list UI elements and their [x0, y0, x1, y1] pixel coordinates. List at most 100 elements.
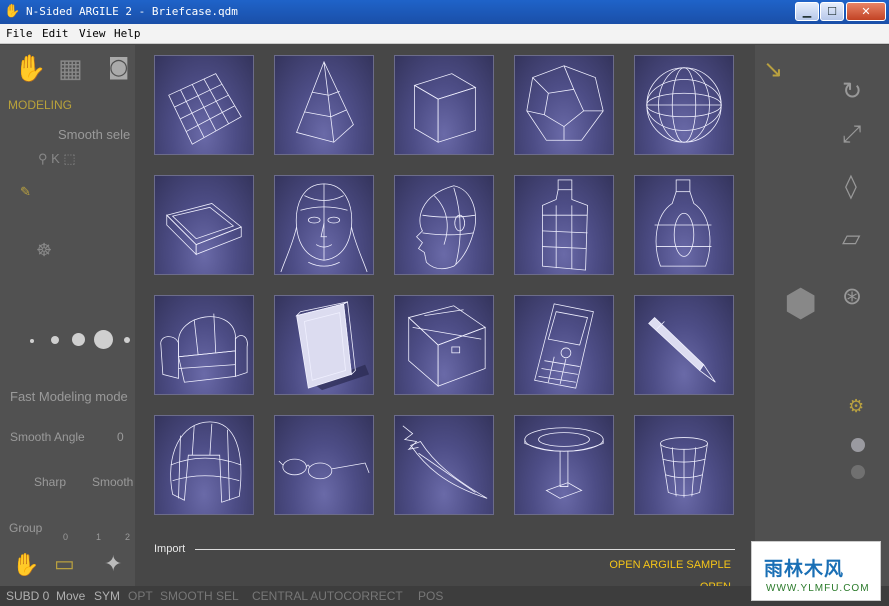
sample-briefcase[interactable] [394, 295, 494, 395]
pin-icon[interactable]: ✦ [104, 552, 122, 577]
briefcase-icon [407, 305, 487, 388]
camera-icon[interactable]: ◙ [108, 55, 129, 80]
status-central-autocorrect[interactable]: CENTRAL AUTOCORRECT [252, 589, 403, 603]
pointer-icon[interactable]: ↘ [763, 55, 783, 83]
smooth-select-label: Smooth sele [58, 127, 131, 142]
sample-cube[interactable] [394, 55, 494, 155]
brush-size-2[interactable] [51, 336, 59, 344]
fast-modeling-label: Fast Modeling mode [10, 389, 128, 404]
import-divider [195, 549, 735, 550]
right-tool-panel [755, 45, 889, 606]
book-icon [295, 301, 370, 391]
sample-pen[interactable] [634, 295, 734, 395]
plane-grid-icon [168, 73, 242, 145]
sample-jug[interactable] [634, 175, 734, 275]
sphere-icon [646, 67, 722, 143]
open-sample-link[interactable]: OPEN ARGILE SAMPLE [609, 559, 731, 571]
sample-head-profile[interactable] [394, 175, 494, 275]
status-pos[interactable]: POS [418, 589, 443, 603]
jug-icon [654, 179, 712, 267]
hair-icon [170, 421, 242, 503]
brush-preview-icon: ☸ [36, 240, 53, 260]
sample-sphere[interactable] [634, 55, 734, 155]
orbit-icon[interactable]: ⊛ [842, 282, 862, 310]
drop-icon[interactable]: ◊ [845, 172, 857, 200]
brush-size-3[interactable] [72, 333, 85, 346]
title-bar: ✋ N-Sided ARGILE 2 - Briefcase.qdm ▁ ☐ ✕ [0, 0, 889, 24]
brush-size-1[interactable] [30, 339, 34, 343]
hand-tool-icon[interactable]: ✋ [14, 54, 46, 84]
armchair-icon [160, 313, 248, 383]
brush-size-4[interactable] [94, 330, 113, 349]
sample-armchair[interactable] [154, 295, 254, 395]
sample-glass[interactable] [634, 415, 734, 515]
menu-help[interactable]: Help [114, 27, 141, 40]
watermark-logo: 雨林木风 WWW.YLMFU.COM [751, 541, 881, 601]
glasses-icon [278, 458, 370, 480]
cube-icon [413, 73, 477, 143]
rotate-icon[interactable]: ↻ [842, 77, 862, 105]
cell-phone-icon [534, 303, 594, 389]
scale-icon[interactable]: ⤢ [842, 120, 861, 148]
smooth-label: Smooth [92, 475, 134, 489]
sample-bottle[interactable] [514, 175, 614, 275]
minimize-button[interactable]: ▁ [795, 2, 819, 21]
status-smooth-sel[interactable]: SMOOTH SEL [160, 589, 239, 603]
brush-size-5[interactable] [124, 337, 130, 343]
sample-glasses[interactable] [274, 415, 374, 515]
sample-female-head[interactable] [274, 175, 374, 275]
menu-file[interactable]: File [6, 27, 33, 40]
sample-book[interactable] [274, 295, 374, 395]
menu-view[interactable]: View [79, 27, 106, 40]
smooth-angle-value: 0 [117, 430, 124, 444]
light-icon[interactable]: ⚙ [848, 396, 864, 417]
female-head-icon [280, 183, 368, 273]
brush-icon[interactable]: ✎ [20, 184, 31, 200]
app-window: ✋ N-Sided ARGILE 2 - Briefcase.qdm ▁ ☐ ✕… [0, 0, 889, 606]
folder-icon[interactable]: ▭ [54, 552, 75, 577]
window-title: N-Sided ARGILE 2 - Briefcase.qdm [26, 5, 238, 18]
sample-pyramid[interactable] [274, 55, 374, 155]
group-label: Group [9, 521, 43, 535]
sample-cell-phone[interactable] [514, 295, 614, 395]
import-label: Import [154, 543, 186, 555]
status-move[interactable]: Move [56, 589, 85, 603]
group-value-1: 1 [96, 532, 102, 542]
maximize-button[interactable]: ☐ [820, 2, 844, 21]
argile-app-icon: ✋ [4, 4, 21, 19]
dodecahedron-icon [526, 65, 604, 141]
sharp-label: Sharp [34, 475, 67, 489]
head-profile-icon [416, 185, 476, 270]
bottle-icon [542, 179, 588, 271]
watermark-text: 雨林木风 [764, 558, 845, 580]
menu-edit[interactable]: Edit [42, 27, 69, 40]
select-tools-icon[interactable]: ⚲ K ⬚ [38, 151, 76, 167]
material-sphere-2[interactable] [851, 465, 865, 479]
group-value-0: 0 [63, 532, 69, 542]
sample-dodecahedron[interactable] [514, 55, 614, 155]
paint-tool-icon[interactable]: ▦ [58, 54, 83, 84]
close-button[interactable]: ✕ [846, 2, 886, 21]
table-icon [524, 427, 604, 499]
watermark-url: WWW.YLMFU.COM [766, 583, 870, 594]
view-cube-icon[interactable]: ⬢ [784, 281, 817, 325]
status-sym[interactable]: SYM [94, 589, 120, 603]
eraser-icon[interactable]: ▱ [842, 224, 860, 252]
hand-small-icon[interactable]: ✋ [12, 553, 39, 578]
smooth-angle-label: Smooth Angle [10, 430, 85, 444]
status-opt[interactable]: OPT [128, 589, 153, 603]
sample-tray[interactable] [154, 175, 254, 275]
tray-icon [165, 203, 243, 256]
sword-icon [402, 425, 488, 499]
sample-hair[interactable] [154, 415, 254, 515]
sample-table[interactable] [514, 415, 614, 515]
sample-plane-grid[interactable] [154, 55, 254, 155]
pyramid-icon [296, 60, 354, 143]
material-sphere-1[interactable] [851, 438, 865, 452]
status-subd[interactable]: SUBD 0 [6, 589, 49, 603]
menu-bar: File Edit View Help [0, 24, 889, 44]
pen-icon [648, 317, 716, 383]
modeling-label: MODELING [8, 98, 73, 112]
glass-icon [660, 437, 708, 498]
sample-sword[interactable] [394, 415, 494, 515]
